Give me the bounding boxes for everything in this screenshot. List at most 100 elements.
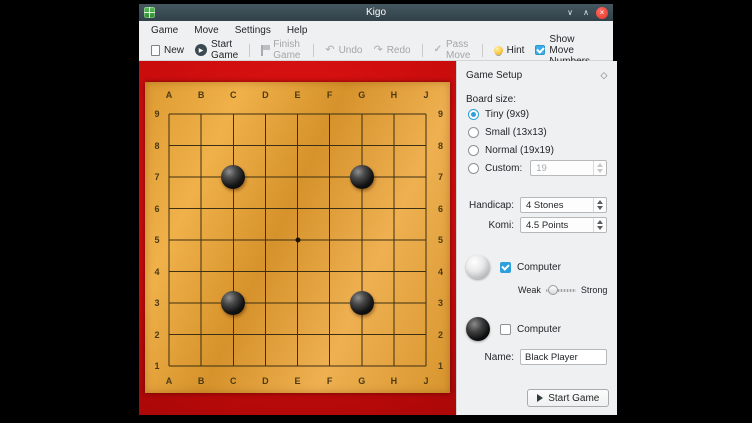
- radio-row-small: Small (13x13): [468, 123, 607, 141]
- redo-button[interactable]: ↷ Redo: [373, 45, 410, 56]
- black-name-value: Black Player: [525, 352, 578, 363]
- start-game-panel-button[interactable]: Start Game: [527, 389, 609, 407]
- radio-small-label[interactable]: Small (13x13): [485, 127, 547, 138]
- undo-arrow-icon: ↶: [325, 45, 334, 56]
- spin-down-icon[interactable]: [597, 169, 603, 173]
- black-player-row: Computer: [466, 317, 607, 341]
- undo-button[interactable]: ↶ Undo: [325, 45, 362, 56]
- row-label-right: 5: [438, 234, 443, 246]
- row-label-left: 5: [154, 234, 159, 246]
- row-label-left: 1: [154, 360, 159, 372]
- menu-help[interactable]: Help: [279, 21, 316, 40]
- handicap-value[interactable]: 4 Stones: [521, 198, 593, 212]
- handicap-spinbox[interactable]: 4 Stones: [520, 197, 607, 213]
- column-label-top: B: [198, 89, 205, 101]
- black-computer-checkbox[interactable]: [500, 324, 511, 335]
- white-strength-slider[interactable]: [546, 285, 576, 295]
- column-label-bottom: B: [198, 375, 205, 387]
- slider-handle[interactable]: [548, 285, 558, 295]
- black-name-input[interactable]: Black Player: [520, 349, 607, 365]
- spin-up-icon[interactable]: [597, 220, 603, 224]
- row-label-left: 4: [154, 266, 159, 278]
- pass-move-button[interactable]: ✓ Pass Move: [434, 39, 471, 61]
- column-label-top: C: [230, 89, 237, 101]
- pass-move-label: Pass Move: [446, 39, 471, 61]
- spin-down-icon[interactable]: [597, 226, 603, 230]
- radio-row-normal: Normal (19x19): [468, 141, 607, 159]
- radio-small[interactable]: [468, 127, 479, 138]
- row-label-right: 6: [438, 203, 443, 215]
- new-button[interactable]: New: [151, 45, 184, 56]
- radio-row-custom: Custom: 19: [468, 159, 607, 177]
- board-wood[interactable]: AABBCCDDEEFFGGHHJJ998877665544332211: [145, 82, 450, 393]
- toolbar-separator: [482, 44, 483, 57]
- komi-spin-buttons: [593, 218, 606, 232]
- column-label-top: F: [327, 89, 333, 101]
- spin-up-icon[interactable]: [597, 200, 603, 204]
- lightbulb-icon: [494, 46, 503, 55]
- weak-label: Weak: [518, 285, 541, 295]
- row-label-right: 1: [438, 360, 443, 372]
- radio-normal[interactable]: [468, 145, 479, 156]
- custom-size-spinbox[interactable]: 19: [530, 160, 607, 176]
- white-computer-checkbox[interactable]: [500, 262, 511, 273]
- column-label-bottom: J: [423, 375, 428, 387]
- row-label-right: 8: [438, 140, 443, 152]
- spin-up-icon[interactable]: [597, 163, 603, 167]
- strong-label: Strong: [581, 285, 608, 295]
- black-stone: [350, 165, 374, 189]
- star-point: [295, 238, 300, 243]
- close-icon[interactable]: ×: [596, 7, 608, 19]
- column-label-top: J: [423, 89, 428, 101]
- handicap-label: Handicap:: [466, 200, 514, 211]
- handicap-row: Handicap: 4 Stones: [466, 197, 607, 213]
- white-stone-icon: [466, 255, 490, 279]
- window-title: Kigo: [139, 7, 613, 18]
- titlebar[interactable]: Kigo ∨ ∧ ×: [139, 4, 613, 21]
- finish-game-button[interactable]: Finish Game: [261, 39, 302, 61]
- custom-size-value[interactable]: 19: [531, 161, 593, 175]
- finish-game-label: Finish Game: [273, 39, 302, 61]
- new-label: New: [164, 45, 184, 56]
- black-name-label: Name:: [466, 352, 514, 363]
- white-computer-label[interactable]: Computer: [517, 262, 561, 273]
- radio-custom-label[interactable]: Custom:: [485, 163, 522, 174]
- radio-custom[interactable]: [468, 163, 479, 174]
- toolbar-separator: [313, 44, 314, 57]
- komi-label: Komi:: [466, 220, 514, 231]
- radio-row-tiny: Tiny (9x9): [468, 105, 607, 123]
- komi-value[interactable]: 4.5 Points: [521, 218, 593, 232]
- game-setup-panel: Game Setup ◇ Board size: Tiny (9x9) Smal…: [456, 61, 617, 415]
- menu-game[interactable]: Game: [143, 21, 186, 40]
- komi-row: Komi: 4.5 Points: [466, 217, 607, 233]
- undo-label: Undo: [339, 45, 363, 56]
- minimize-icon[interactable]: ∨: [564, 7, 576, 19]
- column-label-bottom: H: [391, 375, 398, 387]
- komi-spinbox[interactable]: 4.5 Points: [520, 217, 607, 233]
- menu-move[interactable]: Move: [186, 21, 226, 40]
- column-label-bottom: A: [166, 375, 173, 387]
- toolbar: New ▶ Start Game Finish Game ↶ Undo ↷ Re…: [139, 40, 613, 61]
- radio-tiny[interactable]: [468, 109, 479, 120]
- row-label-left: 9: [154, 108, 159, 120]
- handicap-spin-buttons: [593, 198, 606, 212]
- new-document-icon: [151, 45, 160, 56]
- maximize-icon[interactable]: ∧: [580, 7, 592, 19]
- column-label-bottom: D: [262, 375, 269, 387]
- start-game-button-label: Start Game: [548, 393, 599, 404]
- row-label-left: 8: [154, 140, 159, 152]
- radio-normal-label[interactable]: Normal (19x19): [485, 145, 554, 156]
- flag-icon: [261, 45, 269, 56]
- board-frame: AABBCCDDEEFFGGHHJJ998877665544332211: [139, 61, 456, 415]
- white-strength-row: Weak Strong: [518, 285, 607, 295]
- float-dock-icon[interactable]: ◇: [600, 70, 607, 81]
- column-label-top: D: [262, 89, 269, 101]
- black-computer-label[interactable]: Computer: [517, 324, 561, 335]
- start-game-button[interactable]: ▶ Start Game: [195, 39, 238, 61]
- spin-down-icon[interactable]: [597, 206, 603, 210]
- hint-button[interactable]: Hint: [494, 45, 525, 56]
- menu-settings[interactable]: Settings: [227, 21, 279, 40]
- play-circle-icon: ▶: [195, 44, 207, 56]
- radio-tiny-label[interactable]: Tiny (9x9): [485, 109, 529, 120]
- board-size-label: Board size:: [466, 94, 607, 105]
